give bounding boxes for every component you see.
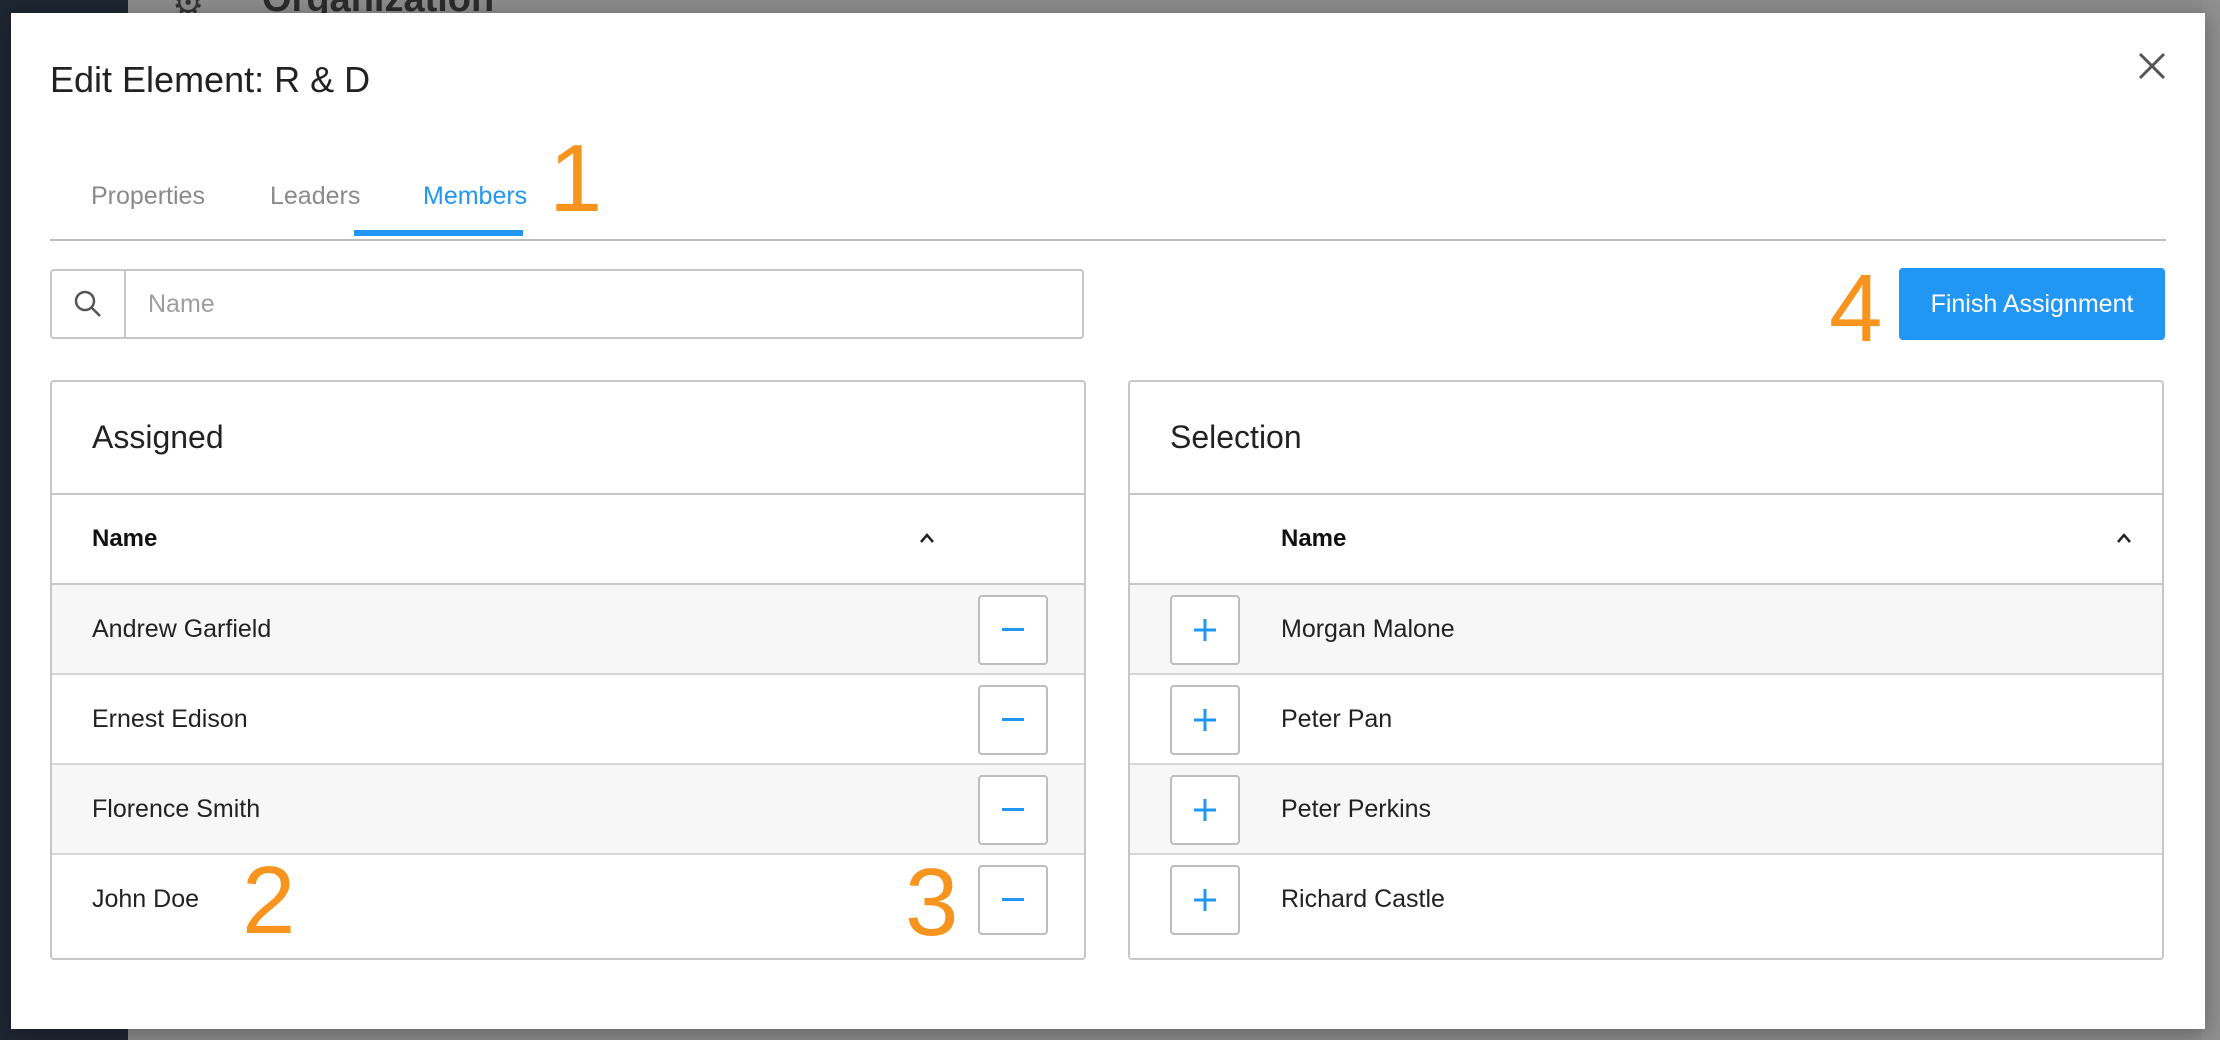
search-input[interactable] bbox=[126, 271, 1076, 337]
selection-panel: Selection Name Morgan Malone Peter Pan P… bbox=[1128, 380, 2164, 960]
tab-bar: Properties Leaders Members bbox=[50, 153, 2166, 241]
table-row: John Doe 2 3 bbox=[52, 853, 1084, 951]
close-button[interactable] bbox=[2129, 43, 2175, 89]
edit-element-dialog: Edit Element: R & D Properties Leaders M… bbox=[11, 13, 2205, 1029]
plus-icon bbox=[1194, 889, 1216, 911]
table-row: Peter Pan bbox=[1130, 675, 2162, 765]
tab-leaders[interactable]: Leaders bbox=[270, 153, 360, 239]
table-row: Peter Perkins bbox=[1130, 765, 2162, 855]
assigned-panel: Assigned Name Andrew Garfield Ernest Edi… bbox=[50, 380, 1086, 960]
tab-properties[interactable]: Properties bbox=[91, 153, 205, 239]
minus-icon bbox=[1002, 628, 1024, 631]
table-row: Andrew Garfield bbox=[52, 585, 1084, 675]
annotation-1: 1 bbox=[549, 125, 603, 232]
dialog-title: Edit Element: R & D bbox=[50, 59, 371, 100]
add-member-button[interactable] bbox=[1170, 775, 1240, 845]
search-icon-box bbox=[52, 271, 126, 337]
candidate-name: Richard Castle bbox=[1281, 884, 1445, 913]
remove-member-button[interactable] bbox=[978, 865, 1048, 935]
plus-icon bbox=[1194, 799, 1216, 821]
add-member-button[interactable] bbox=[1170, 595, 1240, 665]
close-icon bbox=[2138, 52, 2166, 80]
candidate-name: Peter Perkins bbox=[1281, 794, 1432, 823]
remove-member-button[interactable] bbox=[978, 685, 1048, 755]
finish-assignment-button[interactable]: Finish Assignment bbox=[1899, 268, 2165, 340]
minus-icon bbox=[1002, 718, 1024, 721]
active-tab-indicator bbox=[354, 230, 523, 236]
annotation-2: 2 bbox=[242, 847, 296, 954]
table-row: Morgan Malone bbox=[1130, 585, 2162, 675]
candidate-name: Peter Pan bbox=[1281, 704, 1393, 733]
remove-member-button[interactable] bbox=[978, 775, 1048, 845]
plus-icon bbox=[1194, 619, 1216, 641]
member-name: Andrew Garfield bbox=[92, 614, 272, 643]
add-member-button[interactable] bbox=[1170, 685, 1240, 755]
member-name: Florence Smith bbox=[92, 794, 261, 823]
assigned-name-column-header: Name bbox=[92, 525, 158, 552]
sort-ascending-icon[interactable] bbox=[2115, 531, 2133, 545]
table-row: Florence Smith bbox=[52, 765, 1084, 855]
selection-title: Selection bbox=[1130, 382, 2162, 495]
search-box bbox=[50, 269, 1084, 339]
assigned-title: Assigned bbox=[52, 382, 1084, 495]
add-member-button[interactable] bbox=[1170, 865, 1240, 935]
assigned-table-header[interactable]: Name bbox=[52, 495, 1084, 585]
minus-icon bbox=[1002, 808, 1024, 811]
candidate-name: Morgan Malone bbox=[1281, 614, 1455, 643]
table-row: Richard Castle bbox=[1130, 855, 2162, 945]
selection-table-header[interactable]: Name bbox=[1130, 495, 2162, 585]
search-icon bbox=[74, 290, 101, 317]
member-name: John Doe bbox=[92, 884, 200, 913]
minus-icon bbox=[1002, 898, 1024, 901]
plus-icon bbox=[1194, 709, 1216, 731]
member-name: Ernest Edison bbox=[92, 704, 248, 733]
sort-ascending-icon[interactable] bbox=[918, 531, 936, 545]
tab-members[interactable]: Members bbox=[423, 153, 527, 239]
remove-member-button[interactable] bbox=[978, 595, 1048, 665]
selection-name-column-header: Name bbox=[1281, 525, 1347, 552]
table-row: Ernest Edison bbox=[52, 675, 1084, 765]
annotation-3: 3 bbox=[905, 849, 959, 956]
annotation-4: 4 bbox=[1829, 255, 1883, 362]
